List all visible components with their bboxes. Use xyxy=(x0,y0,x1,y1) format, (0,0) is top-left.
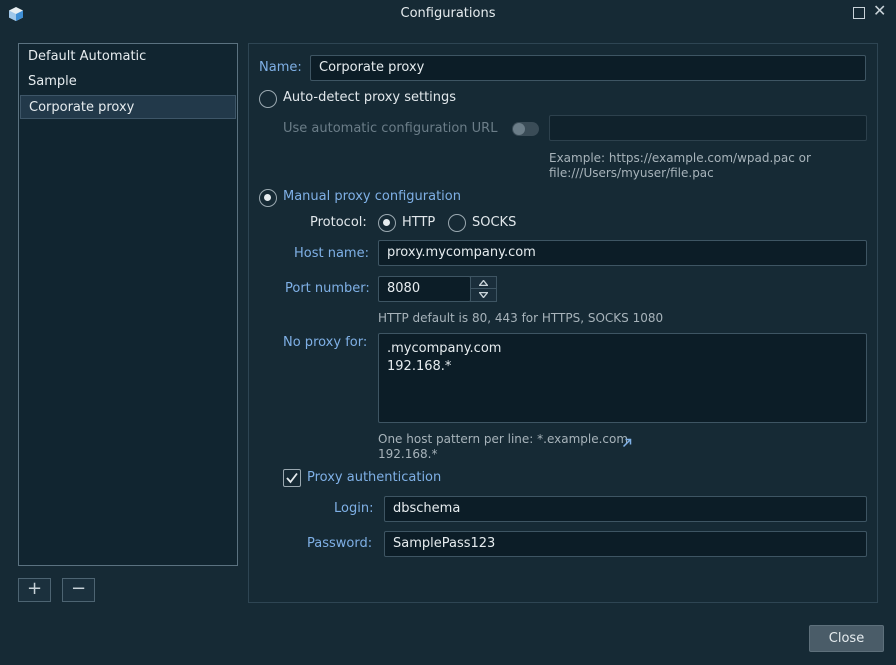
maximize-icon[interactable] xyxy=(853,7,865,19)
host-input[interactable]: proxy.mycompany.com xyxy=(378,240,867,266)
no-proxy-textarea[interactable]: .mycompany.com 192.168.* xyxy=(378,333,867,423)
protocol-http-label: HTTP xyxy=(402,215,436,230)
stepper-up-icon[interactable] xyxy=(471,277,496,289)
name-label: Name: xyxy=(259,60,302,75)
manual-config-label: Manual proxy configuration xyxy=(283,189,461,204)
proxy-auth-label: Proxy authentication xyxy=(307,470,442,485)
protocol-label: Protocol: xyxy=(310,215,367,230)
window-title: Configurations xyxy=(400,6,496,21)
password-label: Password: xyxy=(307,536,373,551)
protocol-socks-label: SOCKS xyxy=(472,215,517,230)
auto-url-label: Use automatic configuration URL xyxy=(283,121,498,136)
list-item[interactable]: Sample xyxy=(20,70,236,94)
no-proxy-label: No proxy for: xyxy=(283,335,368,350)
list-item-selected[interactable]: Corporate proxy xyxy=(20,95,236,119)
name-input[interactable]: Corporate proxy xyxy=(310,55,866,81)
auto-detect-label: Auto-detect proxy settings xyxy=(283,90,457,105)
auto-detect-radio[interactable] xyxy=(259,90,277,108)
configuration-list[interactable]: Default Automatic Sample Corporate proxy xyxy=(18,43,238,566)
list-item[interactable]: Default Automatic xyxy=(20,45,236,69)
port-hint: HTTP default is 80, 443 for HTTPS, SOCKS… xyxy=(378,311,664,325)
password-input[interactable]: SamplePass123 xyxy=(384,531,867,557)
stepper-down-icon[interactable] xyxy=(471,289,496,301)
title-bar: Configurations ✕ xyxy=(0,0,896,28)
port-label: Port number: xyxy=(285,281,370,296)
remove-config-button[interactable]: − xyxy=(62,578,95,602)
manual-config-radio[interactable] xyxy=(259,189,277,207)
close-icon[interactable]: ✕ xyxy=(873,3,886,19)
auto-url-input[interactable] xyxy=(549,115,867,141)
auto-url-toggle[interactable] xyxy=(512,122,539,136)
add-config-button[interactable]: + xyxy=(18,578,51,602)
protocol-http-radio[interactable] xyxy=(378,214,396,232)
protocol-socks-radio[interactable] xyxy=(448,214,466,232)
proxy-auth-checkbox[interactable] xyxy=(283,469,301,487)
port-input[interactable]: 8080 xyxy=(378,276,471,302)
no-proxy-hint: One host pattern per line: *.example.com… xyxy=(378,432,629,461)
port-stepper[interactable] xyxy=(470,276,497,302)
host-label: Host name: xyxy=(294,246,369,261)
auto-url-hint: Example: https://example.com/wpad.pac or… xyxy=(549,151,811,180)
close-button[interactable]: Close xyxy=(809,625,884,652)
login-input[interactable]: dbschema xyxy=(384,496,867,522)
login-label: Login: xyxy=(334,501,374,516)
external-link-icon[interactable] xyxy=(622,437,632,448)
